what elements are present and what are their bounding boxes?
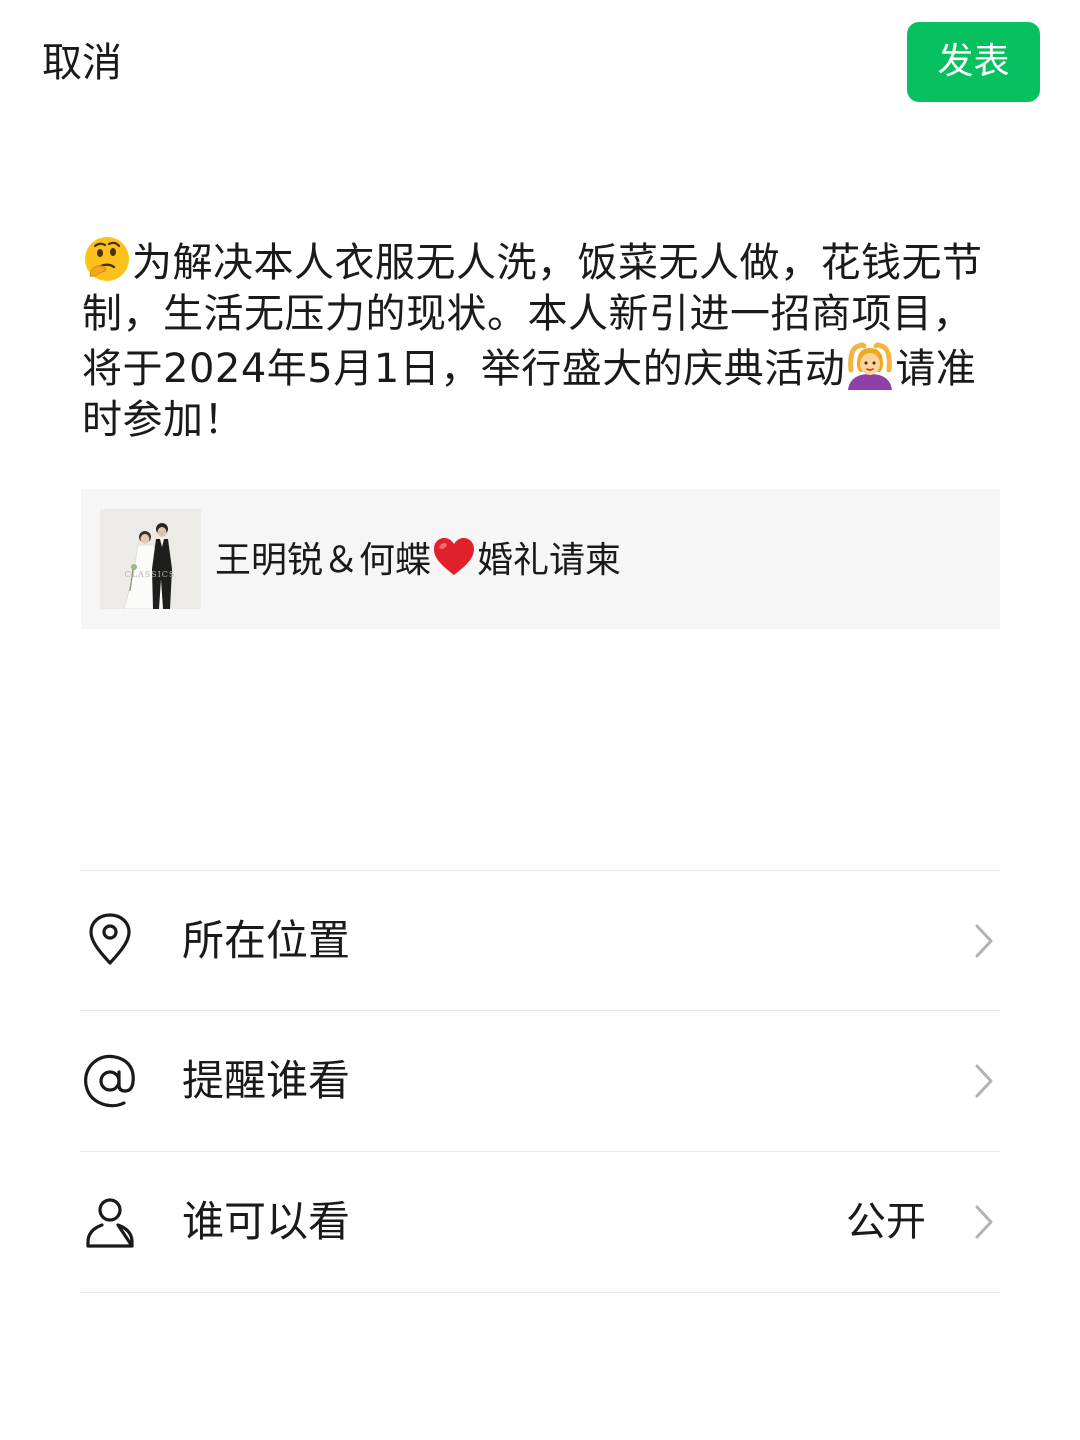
link-card-title: 王明锐＆何蝶 婚礼请柬	[215, 534, 621, 586]
link-title-part2: 婚礼请柬	[477, 540, 622, 581]
link-card[interactable]: CLASSICS 王明锐＆何蝶 婚礼请柬	[81, 489, 1000, 629]
option-visibility[interactable]: 谁可以看 公开	[80, 1152, 1000, 1292]
link-title-part1: 王明锐＆何蝶	[215, 540, 432, 581]
chevron-right-icon	[975, 924, 993, 958]
person-gesturing-ok-emoji-icon	[848, 342, 893, 390]
option-label: 谁可以看	[182, 1197, 351, 1246]
at-sign-icon	[84, 1054, 135, 1108]
publish-button[interactable]: 发表	[907, 22, 1040, 102]
option-label: 提醒谁看	[182, 1056, 351, 1105]
chevron-right-icon	[975, 1064, 993, 1098]
post-text[interactable]: 为解决本人衣服无人洗，饭菜无人做，花钱无节制，生活无压力的现状。本人新引进一招商…	[82, 234, 1002, 446]
svg-text:CLASSICS: CLASSICS	[125, 570, 176, 579]
cancel-button[interactable]: 取消	[42, 38, 122, 88]
option-location[interactable]: 所在位置	[80, 871, 1000, 1011]
wedding-photo-image: CLASSICS	[100, 509, 201, 609]
person-icon	[86, 1198, 134, 1248]
thinking-face-emoji-icon	[85, 237, 129, 281]
chevron-right-icon	[975, 1205, 993, 1239]
visibility-value: 公开	[846, 1199, 926, 1245]
red-heart-emoji-icon	[434, 538, 475, 575]
divider	[80, 1292, 1000, 1293]
option-label: 所在位置	[182, 916, 351, 965]
wedding-photo-thumbnail: CLASSICS	[100, 509, 201, 609]
location-pin-icon	[89, 913, 131, 965]
option-remind[interactable]: 提醒谁看	[80, 1011, 1000, 1151]
